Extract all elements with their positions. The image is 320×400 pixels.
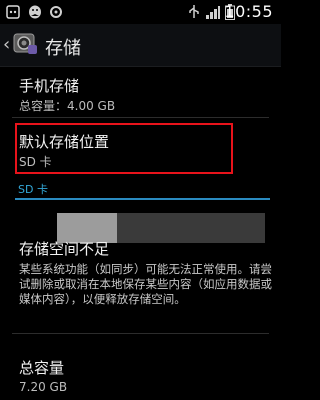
sync-icon — [48, 4, 64, 24]
back-caret-icon[interactable]: ‹ — [3, 34, 10, 55]
status-bar: 10:55 — [0, 0, 281, 24]
action-bar: ‹ 存储 — [0, 24, 281, 67]
usb-icon — [186, 4, 202, 24]
sd-section-header: SD 卡 — [18, 183, 48, 196]
bird-icon — [27, 4, 43, 24]
low-storage-title: 存储空间不足 — [19, 240, 110, 258]
sd-total-title: 总容量 — [19, 359, 65, 377]
highlight-box — [15, 123, 233, 174]
clock-time: 10:55 — [224, 2, 273, 21]
dots-icon — [6, 4, 20, 23]
internal-storage-total: 总容量：4.00 GB — [19, 99, 116, 113]
storage-settings-icon[interactable] — [11, 29, 39, 57]
internal-storage-title: 手机存储 — [19, 77, 80, 95]
section-divider — [15, 198, 270, 200]
page-title: 存储 — [45, 38, 81, 59]
divider — [12, 117, 269, 118]
low-storage-message: 某些系统功能（如同步）可能无法正常使用。请尝试删除或取消在本地保存某些内容（如应… — [19, 262, 272, 306]
sd-total-value: 7.20 GB — [19, 380, 68, 394]
signal-icon — [205, 4, 221, 24]
divider — [12, 333, 269, 334]
